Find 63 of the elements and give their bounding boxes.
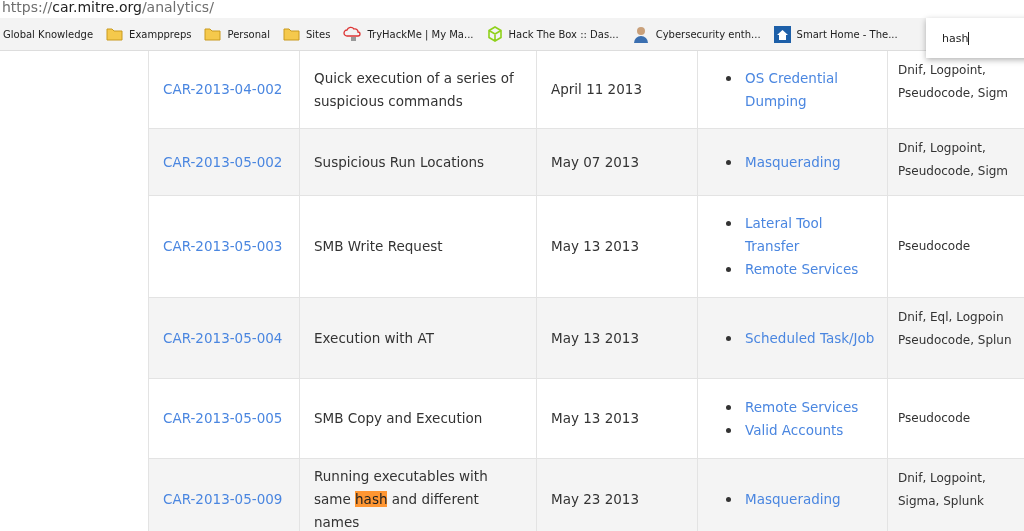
date-text: May 13 2013 [551, 409, 641, 428]
bookmark-link[interactable]: Personal [227, 28, 270, 40]
bullet-icon [726, 335, 731, 341]
text-caret [968, 31, 970, 45]
implementation-text: Pseudocode [898, 238, 972, 255]
bookmark-link[interactable]: TryHackMe | My Ma... [367, 28, 474, 40]
implementation-text: Pseudocode, Sigm [898, 163, 1010, 180]
bullet-icon [726, 427, 731, 433]
bullet-icon [726, 159, 731, 165]
implementation-text: Pseudocode, Splun [898, 332, 1013, 349]
folder-icon [283, 27, 300, 41]
technique-link[interactable]: Remote Services [745, 395, 859, 419]
date-text: May 07 2013 [551, 152, 641, 172]
technique-link[interactable]: Lateral Tool Transfer [745, 212, 875, 258]
implementation-text: Sigma, Splunk [898, 493, 985, 510]
analytic-id-link[interactable]: CAR-2013-05-003 [163, 235, 287, 258]
bullet-icon [726, 221, 731, 226]
description-text: Running executables with same hash and different names [314, 466, 489, 531]
implementation-text: Dnif, Logpoint, [898, 470, 987, 487]
bookmark-link[interactable]: Cybersecurity enth... [655, 28, 761, 40]
implementation-text: Dnif, Logpoint, [898, 140, 987, 157]
implementation-text: Pseudocode, Sigm [898, 85, 1010, 102]
analytic-id-link[interactable]: CAR-2013-05-009 [163, 487, 287, 511]
bullet-icon [726, 404, 731, 410]
address-url[interactable]: https://car.mitre.org/analytics/ [2, 0, 214, 14]
avatar-icon [631, 25, 650, 43]
bookmark-link[interactable]: Hack The Box :: Das... [508, 28, 619, 40]
bookmark-link[interactable]: Examppreps [129, 28, 192, 40]
bullet-icon [726, 75, 731, 81]
date-text: May 23 2013 [551, 489, 641, 509]
bookmark-link[interactable]: Smart Home - The... [796, 28, 898, 40]
analytic-id-link[interactable]: CAR-2013-05-002 [163, 150, 287, 174]
description-text: Suspicious Run Locations [314, 152, 486, 172]
date-text: May 13 2013 [551, 328, 641, 348]
date-text: April 11 2013 [551, 80, 643, 99]
folder-icon [204, 27, 222, 41]
implementation-text: Dnif, Eql, Logpoin [898, 309, 1005, 326]
description-text: SMB Copy and Execution [314, 409, 484, 428]
technique-link[interactable]: Valid Accounts [745, 418, 844, 442]
technique-link[interactable]: Scheduled Task/Job [745, 326, 875, 350]
cube-icon [486, 26, 503, 42]
technique-link[interactable]: Masquerading [745, 150, 841, 174]
find-field[interactable]: hash [942, 31, 969, 45]
folder-icon [106, 27, 124, 41]
technique-link[interactable]: OS Credential Dumping [745, 66, 875, 113]
find-bar[interactable]: hash [926, 18, 1024, 58]
date-text: May 13 2013 [551, 237, 641, 256]
bookmark-link[interactable]: Global Knowledge [3, 28, 94, 40]
bookmark-link[interactable]: Sites [306, 28, 331, 40]
bullet-icon [726, 267, 731, 272]
implementation-text: Dnif, Logpoint, [898, 62, 987, 79]
description-text: SMB Write Request [314, 237, 444, 256]
analytic-id-link[interactable]: CAR-2013-04-002 [163, 78, 287, 101]
implementation-text: Pseudocode [898, 410, 972, 427]
analytic-id-link[interactable]: CAR-2013-05-004 [163, 326, 287, 350]
bullet-icon [726, 496, 731, 502]
analytic-id-link[interactable]: CAR-2013-05-005 [163, 407, 287, 430]
description-text: Execution with AT [314, 328, 435, 348]
description-text: Quick execution of a series of suspicious commands [314, 68, 515, 111]
house-icon [773, 25, 791, 43]
cloud-icon [343, 26, 362, 42]
technique-link[interactable]: Masquerading [745, 487, 841, 511]
technique-link[interactable]: Remote Services [745, 258, 859, 281]
